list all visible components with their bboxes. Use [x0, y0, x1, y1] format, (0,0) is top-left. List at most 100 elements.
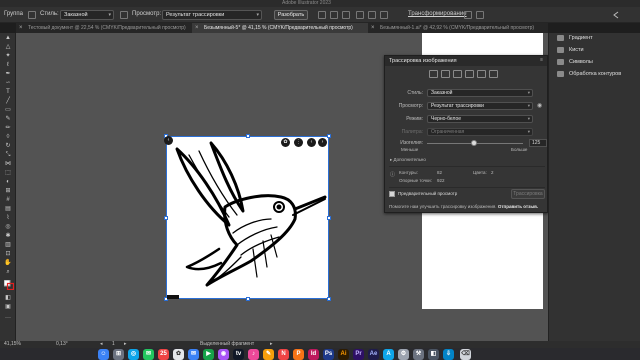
notes-icon[interactable]: ✎: [263, 349, 274, 360]
screen-mode-icon[interactable]: ▣: [4, 304, 12, 311]
eye-icon[interactable]: ◉: [537, 102, 542, 109]
pencil-icon[interactable]: ✏: [4, 125, 12, 132]
paintbrush-icon[interactable]: ✎: [4, 116, 12, 123]
next-icon[interactable]: ›: [318, 138, 327, 147]
preview-app-icon[interactable]: ◧: [428, 349, 439, 360]
mesh-icon[interactable]: #: [4, 197, 12, 204]
close-icon[interactable]: ×: [371, 23, 375, 33]
hand-tool-icon[interactable]: ✋: [4, 260, 12, 267]
trace-panel-icon[interactable]: [120, 11, 128, 19]
preset-dropdown[interactable]: Заказной ▾: [427, 89, 533, 97]
previous-icon[interactable]: ‹: [307, 138, 316, 147]
free-transform-icon[interactable]: ⬚: [4, 170, 12, 177]
resize-handle[interactable]: [246, 134, 250, 138]
eraser-icon[interactable]: ◊: [4, 134, 12, 141]
feedback-link[interactable]: Отправить отзыв.: [498, 204, 538, 209]
status-menu-icon[interactable]: ▸: [270, 341, 273, 347]
trash-icon[interactable]: ⌫: [460, 349, 471, 360]
line-tool-icon[interactable]: ╱: [4, 98, 12, 105]
scale-icon[interactable]: ⤡: [4, 152, 12, 159]
grayscale-icon[interactable]: [465, 70, 474, 78]
prev-artboard-icon[interactable]: ◂: [100, 341, 103, 347]
panel-brushes[interactable]: Кисти: [557, 45, 584, 55]
fill-swatch[interactable]: [28, 11, 36, 19]
resize-handle[interactable]: [327, 297, 331, 301]
utilities-icon[interactable]: ⚒: [413, 349, 424, 360]
rotation-value[interactable]: 0,13°: [56, 341, 68, 347]
indesign-icon[interactable]: Id: [308, 349, 319, 360]
safari-icon[interactable]: ◎: [128, 349, 139, 360]
direct-selection-tool-icon[interactable]: △: [4, 44, 12, 51]
resize-handle[interactable]: [327, 134, 331, 138]
panel-gradient[interactable]: Градиент: [557, 33, 593, 43]
arrow-left-icon[interactable]: ‹: [164, 136, 173, 145]
arrow-left-icon[interactable]: [612, 11, 620, 19]
align-icon[interactable]: [318, 11, 326, 19]
mail-icon[interactable]: ✉: [188, 349, 199, 360]
preview-checkbox[interactable]: [389, 191, 395, 197]
resize-handle[interactable]: [327, 216, 331, 220]
photos-icon[interactable]: ✿: [173, 349, 184, 360]
artboard-number[interactable]: 1: [112, 341, 115, 347]
advanced-toggle[interactable]: ▸ Дополнительно: [390, 157, 426, 163]
perspective-icon[interactable]: ⊞: [4, 188, 12, 195]
close-icon[interactable]: ×: [195, 23, 199, 33]
draw-mode-icon[interactable]: ◧: [4, 295, 12, 302]
recolor-icon[interactable]: ✿: [281, 138, 290, 147]
transform-link[interactable]: Трансформирование: [408, 11, 467, 17]
threshold-slider-knob[interactable]: [471, 140, 478, 146]
app-store-icon[interactable]: A: [383, 349, 394, 360]
launchpad-icon[interactable]: ⊞: [113, 349, 124, 360]
pen-tool-icon[interactable]: ✒: [4, 71, 12, 78]
next-artboard-icon[interactable]: ▸: [124, 341, 127, 347]
messages-icon[interactable]: ✉: [143, 349, 154, 360]
premiere-icon[interactable]: Pr: [353, 349, 364, 360]
gradient-tool-icon[interactable]: ▤: [4, 206, 12, 213]
tab-untitled-5[interactable]: × Безымянный-5* @ 41,15 % (CMYK/Предварит…: [192, 23, 368, 33]
type-tool-icon[interactable]: T: [4, 89, 12, 96]
align-right-icon[interactable]: [342, 11, 350, 19]
podcasts-icon[interactable]: ◉: [218, 349, 229, 360]
width-tool-icon[interactable]: ⋈: [4, 161, 12, 168]
settings-icon[interactable]: ⚙: [398, 349, 409, 360]
high-color-icon[interactable]: [441, 70, 450, 78]
zoom-tool-icon[interactable]: ⌕: [4, 269, 12, 276]
graph-tool-icon[interactable]: ▥: [4, 242, 12, 249]
mode-dropdown[interactable]: Черно-белое ▾: [427, 115, 533, 123]
canvas[interactable]: ‹ ✿ ⋮ ‹ › Трассировка изображения ≡ Стил…: [16, 33, 548, 341]
view-dropdown[interactable]: Результат трассировки ▾: [162, 10, 262, 20]
black-white-icon[interactable]: [477, 70, 486, 78]
eyedropper-icon[interactable]: ⌇: [4, 215, 12, 222]
tab-test-document[interactable]: × Тестовый документ @ 22,54 % (CMYK/Предв…: [16, 23, 192, 33]
calendar-icon[interactable]: 25: [158, 349, 169, 360]
blend-icon[interactable]: ◎: [4, 224, 12, 231]
tv-icon[interactable]: tv: [233, 349, 244, 360]
zoom-level[interactable]: 41,15%: [4, 341, 21, 347]
panel-symbols[interactable]: Символы: [557, 57, 593, 67]
illustrator-icon[interactable]: Ai: [338, 349, 349, 360]
style-dropdown[interactable]: Заказной ▾: [60, 10, 114, 20]
view-dropdown[interactable]: Результат трассировки ▾: [427, 102, 533, 110]
close-icon[interactable]: ×: [19, 23, 23, 33]
panel-menu-icon[interactable]: ≡: [540, 57, 543, 63]
threshold-input[interactable]: 125: [529, 139, 547, 147]
selection-tool-icon[interactable]: ▲: [4, 35, 12, 42]
lasso-icon[interactable]: ℓ: [4, 62, 12, 69]
news-icon[interactable]: N: [278, 349, 289, 360]
artboard-tool-icon[interactable]: ⊡: [4, 251, 12, 258]
pages-icon[interactable]: P: [293, 349, 304, 360]
distribute-icon[interactable]: [356, 11, 364, 19]
align-center-icon[interactable]: [330, 11, 338, 19]
rotate-icon[interactable]: ↻: [4, 143, 12, 150]
options-icon[interactable]: [476, 11, 484, 19]
downloads-icon[interactable]: ⇩: [443, 349, 454, 360]
isolate-icon[interactable]: [464, 11, 472, 19]
tab-untitled-1[interactable]: × Безымянный-1.ai* @ 42,92 % (CMYK/Предва…: [368, 23, 548, 33]
low-color-icon[interactable]: [453, 70, 462, 78]
more-tools-icon[interactable]: ···: [4, 315, 12, 322]
magic-wand-icon[interactable]: ✦: [4, 53, 12, 60]
distribute-h-icon[interactable]: [380, 11, 388, 19]
photoshop-icon[interactable]: Ps: [323, 349, 334, 360]
music-icon[interactable]: ♪: [248, 349, 259, 360]
rectangle-tool-icon[interactable]: ▭: [4, 107, 12, 114]
